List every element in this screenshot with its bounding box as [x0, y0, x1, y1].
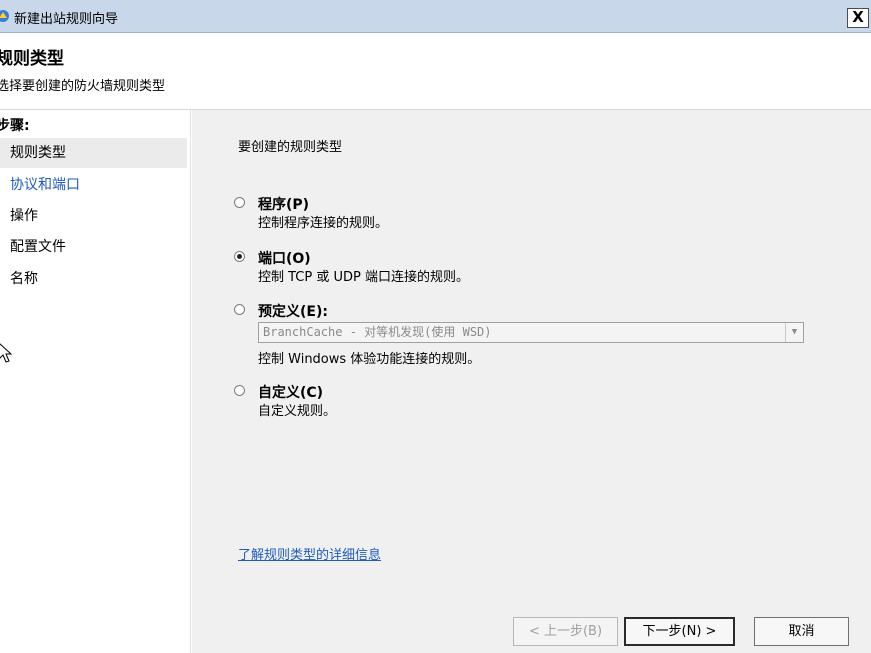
back-button[interactable]: < 上一步(B) — [513, 617, 618, 646]
option-program-desc: 控制程序连接的规则。 — [258, 216, 389, 231]
predefined-select-value: BranchCache - 对等机发现(使用 WSD) — [263, 325, 492, 339]
close-button[interactable]: X — [847, 8, 869, 28]
mouse-cursor-icon — [0, 343, 13, 363]
option-program-label[interactable]: 程序(P) — [258, 194, 309, 214]
steps-title: 步骤: — [0, 118, 30, 134]
page-subtitle: 选择要创建的防火墙规则类型 — [0, 79, 166, 94]
radio-port[interactable] — [234, 251, 245, 262]
cancel-button[interactable]: 取消 — [754, 617, 849, 646]
step-protocol-ports[interactable]: 协议和端口 — [0, 170, 187, 200]
step-action: 操作 — [10, 208, 38, 224]
radio-predefined[interactable] — [234, 304, 245, 315]
predefined-select[interactable]: BranchCache - 对等机发现(使用 WSD) ▼ — [258, 322, 804, 343]
step-rule-type: 规则类型 — [0, 138, 187, 168]
step-profile: 配置文件 — [10, 239, 66, 255]
predefined-desc: 控制 Windows 体验功能连接的规则。 — [258, 352, 481, 367]
steps-pane: 步骤: 规则类型 协议和端口 操作 配置文件 名称 — [0, 110, 191, 653]
radio-custom[interactable] — [234, 385, 245, 396]
option-port-label[interactable]: 端口(O) — [258, 248, 311, 268]
step-name: 名称 — [10, 271, 38, 287]
firewall-wizard-icon — [0, 10, 9, 22]
content-pane: 要创建的规则类型 程序(P) 控制程序连接的规则。 端口(O) 控制 TCP 或… — [192, 110, 871, 653]
rule-type-prompt: 要创建的规则类型 — [238, 140, 343, 155]
option-custom-label[interactable]: 自定义(C) — [258, 382, 323, 402]
next-button[interactable]: 下一步(N) > — [624, 617, 735, 646]
wizard-header: 规则类型 选择要创建的防火墙规则类型 — [0, 33, 871, 110]
learn-more-link[interactable]: 了解规则类型的详细信息 — [238, 544, 381, 563]
title-bar: 新建出站规则向导 X — [0, 0, 871, 33]
window-title: 新建出站规则向导 — [14, 12, 119, 27]
option-port-desc: 控制 TCP 或 UDP 端口连接的规则。 — [258, 270, 469, 285]
chevron-down-icon[interactable]: ▼ — [785, 323, 803, 342]
page-title: 规则类型 — [0, 49, 64, 69]
radio-program[interactable] — [234, 197, 245, 208]
option-predefined-label[interactable]: 预定义(E): — [258, 301, 328, 321]
option-custom-desc: 自定义规则。 — [258, 404, 337, 419]
